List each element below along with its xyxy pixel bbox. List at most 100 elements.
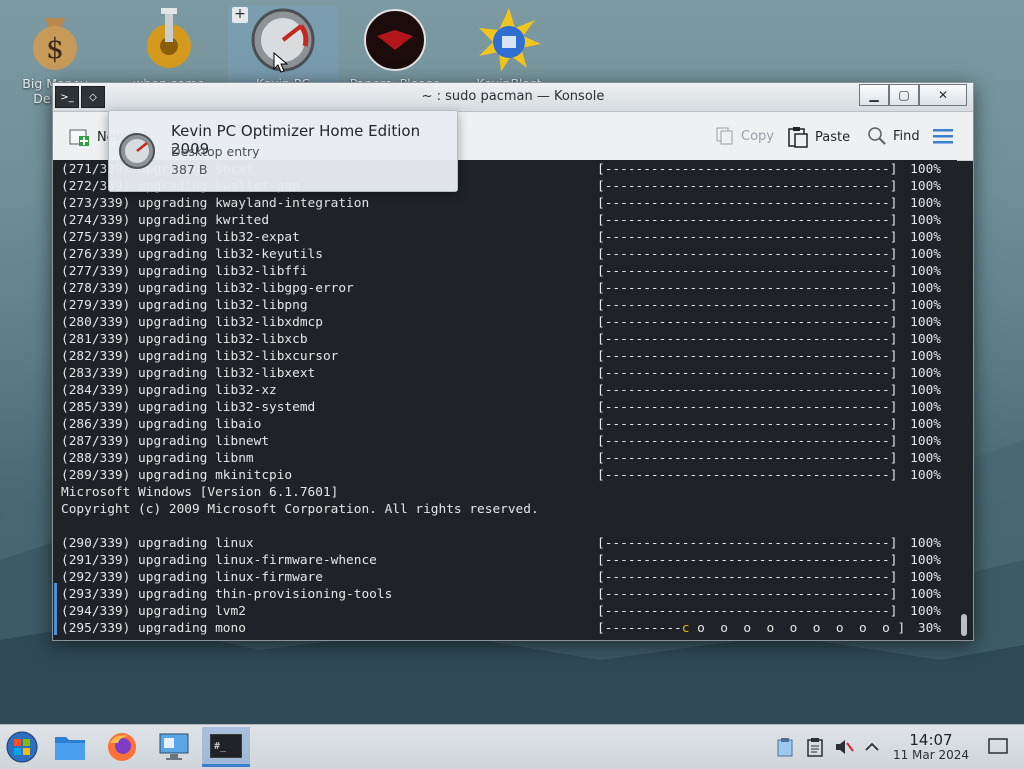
progress-bar-text: [----------c o o o o o o o o o ] <box>597 620 905 637</box>
terminal-line: (285/339) upgrading lib32-systemd <box>61 400 316 415</box>
konsole-task-button[interactable]: #_ <box>202 727 250 767</box>
progress-bar-text: [-------------------------------------] <box>597 196 898 211</box>
terminal-line: (275/339) upgrading lib32-expat <box>61 230 300 245</box>
add-selection-icon[interactable]: + <box>232 7 248 23</box>
hamburger-menu-button[interactable] <box>933 127 953 145</box>
progress-bar-text: [-------------------------------------] <box>597 332 898 347</box>
progress-remaining: o o o o o o o o o ] <box>689 621 906 636</box>
scrollbar-thumb[interactable] <box>961 614 967 636</box>
progress-bar-text: [-------------------------------------] <box>597 570 898 585</box>
terminal-line: (286/339) upgrading libaio <box>61 417 262 432</box>
clipboard-notes-icon[interactable] <box>776 737 794 757</box>
terminal-line: (276/339) upgrading lib32-keyutils <box>61 247 323 262</box>
progress-percent: 100% <box>910 264 941 279</box>
progress-percent: 100% <box>910 366 941 381</box>
file-manager-button[interactable] <box>48 727 92 767</box>
window-title: ~ : sudo pacman — Konsole <box>421 89 605 104</box>
paste-icon <box>788 127 808 148</box>
search-icon <box>868 127 886 145</box>
progress-bar-text: [-------------------------------------] <box>597 587 898 602</box>
terminal-scrollbar[interactable] <box>957 160 969 638</box>
terminal-line: (295/339) upgrading mono <box>61 621 246 636</box>
clock-time: 14:07 <box>909 731 953 749</box>
svg-text:$: $ <box>46 32 64 65</box>
taskbar: #_ 14:07 11 Mar 2024 <box>0 724 1024 769</box>
progress-percent: 100% <box>910 468 941 483</box>
folder-icon <box>55 737 85 760</box>
progress-percent: 100% <box>910 434 941 449</box>
clipboard-icon[interactable] <box>806 737 824 757</box>
terminal-line: (280/339) upgrading lib32-libxdmcp <box>61 315 323 330</box>
gauge-icon <box>119 133 155 169</box>
progress-bar-text: [-------------------------------------] <box>597 417 898 432</box>
progress-percent: 100% <box>910 281 941 296</box>
progress-bar-text: [-------------------------------------] <box>597 536 898 551</box>
svg-text:#_: #_ <box>214 741 227 752</box>
terminal-line: (277/339) upgrading lib32-libffi <box>61 264 308 279</box>
remote-desktop-button[interactable] <box>152 727 196 767</box>
progress-bar-text: [-------------------------------------] <box>597 281 898 296</box>
mouse-cursor-icon <box>273 52 289 73</box>
gear-tool-icon <box>147 8 191 68</box>
terminal-line: (274/339) upgrading kwrited <box>61 213 270 228</box>
eagle-emblem-icon <box>364 9 426 71</box>
progress-percent: 100% <box>910 383 941 398</box>
terminal-line: Copyright (c) 2009 Microsoft Corporation… <box>61 502 539 517</box>
terminal-line: (291/339) upgrading linux-firmware-whenc… <box>61 553 377 568</box>
terminal-line: (292/339) upgrading linux-firmware <box>61 570 323 585</box>
progress-bar-text: [-------------------------------------] <box>597 434 898 449</box>
terminal-line: (279/339) upgrading lib32-libpng <box>61 298 308 313</box>
progress-percent: 100% <box>910 570 941 585</box>
new-tab-icon <box>69 129 89 146</box>
progress-bar-text: [-------------------------------------] <box>597 604 898 619</box>
show-desktop-icon[interactable] <box>988 737 1008 755</box>
volume-muted-icon[interactable] <box>834 737 854 757</box>
progress-percent: 100% <box>910 553 941 568</box>
close-button[interactable]: ✕ <box>919 84 967 106</box>
progress-percent: 100% <box>910 315 941 330</box>
find-label: Find <box>893 128 920 144</box>
terminal-line: (281/339) upgrading lib32-libxcb <box>61 332 308 347</box>
terminal-line: (273/339) upgrading kwayland-integration <box>61 196 370 211</box>
terminal-line: (290/339) upgrading linux <box>61 536 254 551</box>
terminal-line: (294/339) upgrading lvm2 <box>61 604 246 619</box>
windows-orb-icon <box>6 731 38 763</box>
tooltip-type: Desktop entry <box>171 144 260 159</box>
progress-bar-text: [-------------------------------------] <box>597 383 898 398</box>
find-button[interactable]: Find <box>867 126 920 146</box>
monitor-icon <box>159 733 189 760</box>
copy-label: Copy <box>741 128 774 144</box>
desktop-icon-papers-please[interactable]: Papers, Please <box>340 6 450 91</box>
globe-burst-icon <box>479 8 541 72</box>
progress-bar-text: [-------------------------------------] <box>597 451 898 466</box>
firefox-button[interactable] <box>100 727 144 767</box>
terminal-line: Microsoft Windows [Version 6.1.7601] <box>61 485 339 500</box>
clock-date: 11 Mar 2024 <box>892 748 970 762</box>
selection-marker <box>54 583 57 635</box>
progress-bar-text: [-------------------------------------] <box>597 162 898 177</box>
minimize-button[interactable]: ▁ <box>859 84 889 106</box>
progress-bar-text: [-------------------------------------] <box>597 264 898 279</box>
progress-done: [---------- <box>597 621 682 636</box>
progress-bar-text: [-------------------------------------] <box>597 213 898 228</box>
progress-bar-text: [-------------------------------------] <box>597 298 898 313</box>
window-titlebar[interactable]: >_ ◇ ~ : sudo pacman — Konsole ▁ ▢ ✕ <box>53 83 973 112</box>
terminal-line: (278/339) upgrading lib32-libgpg-error <box>61 281 354 296</box>
maximize-button[interactable]: ▢ <box>889 84 919 106</box>
chevron-up-icon[interactable] <box>864 737 880 757</box>
terminal-line: (289/339) upgrading mkinitcpio <box>61 468 293 483</box>
copy-button[interactable]: Copy <box>715 126 774 146</box>
progress-bar-text: [-------------------------------------] <box>597 179 898 194</box>
progress-bar-text: [-------------------------------------] <box>597 230 898 245</box>
start-menu-button[interactable] <box>0 727 44 767</box>
clock[interactable]: 14:07 11 Mar 2024 <box>886 731 976 762</box>
terminal-output[interactable]: (271/339) upgrading socat[--------------… <box>53 160 957 638</box>
progress-percent: 100% <box>910 451 941 466</box>
progress-bar-text: [-------------------------------------] <box>597 315 898 330</box>
progress-percent: 100% <box>910 349 941 364</box>
paste-button[interactable]: Paste <box>787 126 850 148</box>
progress-percent: 100% <box>910 213 941 228</box>
progress-bar-text: [-------------------------------------] <box>597 349 898 364</box>
progress-bar-text: [-------------------------------------] <box>597 247 898 262</box>
progress-percent: 100% <box>910 230 941 245</box>
